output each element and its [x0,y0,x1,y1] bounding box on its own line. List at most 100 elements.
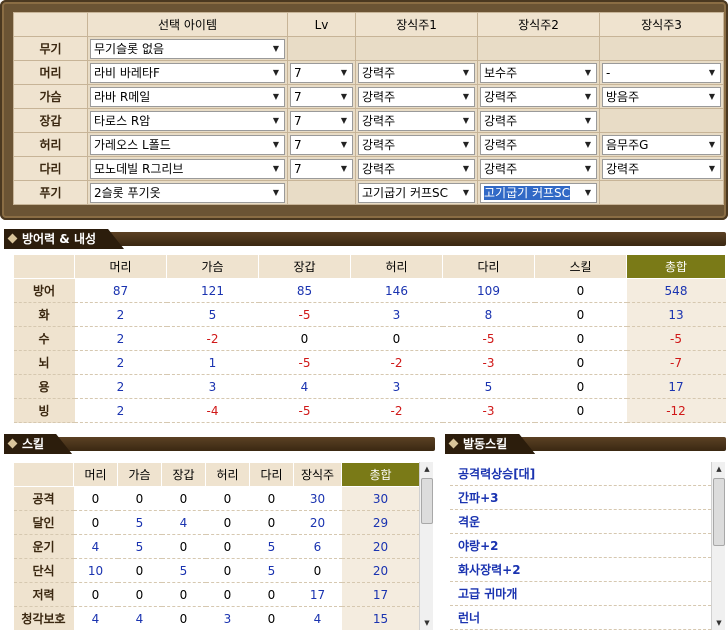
deco3-select[interactable]: 강력주 ▼ [602,158,721,179]
chevron-down-icon[interactable]: ▼ [460,88,472,106]
defense-value-cell: -2 [166,326,259,351]
empty-cell [355,36,478,61]
chevron-down-icon[interactable]: ▼ [270,88,282,106]
deco3-select-value: 음무주G [606,137,649,152]
scroll-down-icon[interactable]: ▼ [712,616,725,630]
empty-cell [599,108,724,133]
chevron-down-icon[interactable]: ▼ [270,136,282,154]
chevron-down-icon[interactable]: ▼ [270,184,282,202]
deco2-select[interactable]: 강력주 ▼ [480,158,597,179]
scroll-up-icon[interactable]: ▲ [712,462,725,476]
defense-title: 방어력 & 내성 [4,229,124,249]
defense-value-cell: 85 [258,278,351,303]
deco2-select[interactable]: 강력주 ▼ [480,110,597,131]
list-item: 화사장력+2 [450,558,711,582]
lv-select[interactable]: 7 ▼ [290,110,353,131]
deco2-select[interactable]: 강력주 ▼ [480,134,597,155]
chevron-down-icon[interactable]: ▼ [706,88,718,106]
chevron-down-icon[interactable]: ▼ [270,160,282,178]
chevron-down-icon[interactable]: ▼ [338,160,350,178]
chevron-down-icon[interactable]: ▼ [706,136,718,154]
deco2-select[interactable]: 고기굽기 커프SC ▼ [480,182,597,203]
chevron-down-icon[interactable]: ▼ [582,64,594,82]
defense-value-cell: 0 [534,326,627,351]
empty-cell [599,180,724,205]
lv-select[interactable]: 7 ▼ [290,62,353,83]
chevron-down-icon[interactable]: ▼ [338,136,350,154]
deco1-select-value: 강력주 [362,113,396,128]
deco3-select[interactable]: - ▼ [602,62,721,83]
deco1-select[interactable]: 강력주 ▼ [358,158,475,179]
lv-select[interactable]: 7 ▼ [290,158,353,179]
deco1-select[interactable]: 강력주 ▼ [358,86,475,107]
deco3-select-value: 강력주 [606,161,640,176]
skill-value-cell: 5 [117,534,162,559]
lv-select[interactable]: 7 ▼ [290,86,353,107]
item-select[interactable]: 2슬롯 푸기옷 ▼ [90,182,285,203]
chevron-down-icon[interactable]: ▼ [582,136,594,154]
chevron-down-icon[interactable]: ▼ [460,136,472,154]
defense-total-cell: 17 [626,374,726,399]
chevron-down-icon[interactable]: ▼ [460,184,472,202]
skill-value-cell: 10 [73,558,118,583]
chevron-down-icon[interactable]: ▼ [270,64,282,82]
deco1-select[interactable]: 고기굽기 커프SC ▼ [358,182,475,203]
chevron-down-icon[interactable]: ▼ [338,112,350,130]
defense-value-cell: 5 [166,302,259,327]
scroll-thumb[interactable] [713,478,725,546]
deco3-select[interactable]: 방음주 ▼ [602,86,721,107]
active-skill-panel: 공격력상승[대] 간파+3 격운 야랑+2 화사장력+2 고급 귀마개 런너 ▲ ▼ [450,462,725,630]
scroll-down-icon[interactable]: ▼ [420,616,433,630]
lv-select[interactable]: 7 ▼ [290,134,353,155]
chevron-down-icon[interactable]: ▼ [338,64,350,82]
chevron-down-icon[interactable]: ▼ [460,160,472,178]
deco2-select[interactable]: 강력주 ▼ [480,86,597,107]
deco2-select[interactable]: 보수주 ▼ [480,62,597,83]
active-skill-list: 공격력상승[대] 간파+3 격운 야랑+2 화사장력+2 고급 귀마개 런너 [450,462,711,630]
skill-col-header: 다리 [249,462,294,487]
skill-value-cell: 0 [73,582,118,607]
skill-scrollbar[interactable]: ▲ ▼ [419,462,433,630]
deco3-select[interactable]: 음무주G ▼ [602,134,721,155]
deco3-cell: 강력주 ▼ [599,156,724,181]
active-skill-scrollbar[interactable]: ▲ ▼ [711,462,725,630]
item-select[interactable]: 라비 바레타F ▼ [90,62,285,83]
deco1-select-value: 강력주 [362,161,396,176]
chevron-down-icon[interactable]: ▼ [582,160,594,178]
chevron-down-icon[interactable]: ▼ [270,40,282,58]
deco1-cell: 강력주 ▼ [355,60,478,85]
list-item: 격운 [450,510,711,534]
deco1-select[interactable]: 강력주 ▼ [358,62,475,83]
chevron-down-icon[interactable]: ▼ [706,64,718,82]
chevron-down-icon[interactable]: ▼ [338,88,350,106]
item-select[interactable]: 라바 R메일 ▼ [90,86,285,107]
empty-cell [599,36,724,61]
chevron-down-icon[interactable]: ▼ [460,112,472,130]
deco2-select-value: 강력주 [484,137,518,152]
chevron-down-icon[interactable]: ▼ [270,112,282,130]
item-select[interactable]: 타로스 R암 ▼ [90,110,285,131]
deco1-select[interactable]: 강력주 ▼ [358,134,475,155]
chevron-down-icon[interactable]: ▼ [460,64,472,82]
item-select[interactable]: 무기슬롯 없음 ▼ [90,38,285,59]
lv-cell: 7 ▼ [287,84,356,109]
skill-table: 머리 가슴 장갑 허리 다리 장식주 총합 공격 0 0 0 0 0 30 30 달인 0 5 4 0 0 20 29 운기… [13,462,420,630]
defense-value-cell: 121 [166,278,259,303]
chevron-down-icon[interactable]: ▼ [582,112,594,130]
item-select[interactable]: 모노데빌 R그리브 ▼ [90,158,285,179]
header-deco3: 장식주3 [599,12,724,37]
scroll-up-icon[interactable]: ▲ [420,462,433,476]
chevron-down-icon[interactable]: ▼ [582,184,594,202]
item-select-value: 타로스 R암 [94,113,151,128]
deco1-select[interactable]: 강력주 ▼ [358,110,475,131]
item-cell: 타로스 R암 ▼ [87,108,288,133]
deco3-cell: 방음주 ▼ [599,84,724,109]
scroll-thumb[interactable] [421,478,433,524]
table-row: 방어 87 121 85 146 109 0 548 [13,278,726,303]
defense-value-cell: 0 [350,326,443,351]
skill-value-cell: 0 [117,558,162,583]
chevron-down-icon[interactable]: ▼ [582,88,594,106]
chevron-down-icon[interactable]: ▼ [706,160,718,178]
item-select[interactable]: 가레오스 L폴드 ▼ [90,134,285,155]
skill-value-cell: 0 [205,558,250,583]
